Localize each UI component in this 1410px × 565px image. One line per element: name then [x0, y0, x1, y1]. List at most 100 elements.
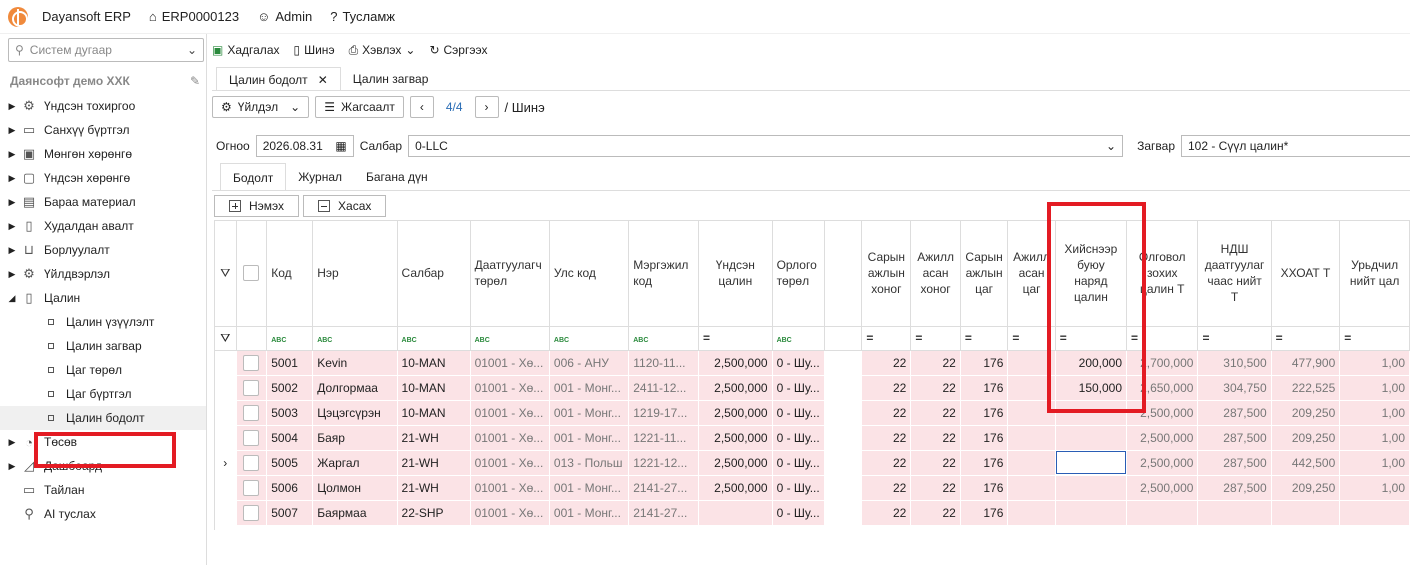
- column-header[interactable]: Код: [266, 221, 314, 327]
- equals-filter-icon[interactable]: =: [703, 331, 710, 345]
- expand-arrow-icon[interactable]: ▶: [4, 173, 20, 184]
- row-indicator[interactable]: [215, 400, 237, 426]
- column-filter[interactable]: =: [861, 326, 912, 351]
- row-indicator[interactable]: [215, 350, 237, 376]
- select-all-header[interactable]: [236, 221, 268, 327]
- sidebar-subitem[interactable]: Цаг төрөл: [0, 358, 206, 382]
- row-select[interactable]: [236, 500, 268, 526]
- table-cell[interactable]: 0 - Шу...: [772, 500, 825, 526]
- table-cell[interactable]: 2,500,000: [698, 350, 773, 376]
- table-cell[interactable]: 2141-27...: [628, 475, 699, 501]
- sidebar-item[interactable]: ▭ Тайлан: [0, 478, 206, 502]
- table-cell[interactable]: 001 - Монг...: [549, 400, 630, 426]
- table-cell[interactable]: 209,250: [1271, 425, 1341, 451]
- table-cell[interactable]: Баяр: [312, 425, 398, 451]
- table-cell[interactable]: 304,750: [1197, 375, 1272, 401]
- table-cell[interactable]: 01001 - Хө...: [470, 350, 550, 376]
- column-header[interactable]: Сарын ажлын хоног: [861, 221, 912, 327]
- table-cell[interactable]: [1007, 475, 1056, 501]
- table-cell[interactable]: 2411-12...: [628, 375, 699, 401]
- column-header[interactable]: НДШ даатгуулаг чаас нийт Т: [1197, 221, 1272, 327]
- sidebar-item[interactable]: ▶ ▤ Бараа материал: [0, 190, 206, 214]
- column-filter[interactable]: ABC: [397, 326, 471, 351]
- expand-arrow-icon[interactable]: ▶: [4, 221, 20, 232]
- table-cell[interactable]: [1197, 500, 1272, 526]
- select-all-checkbox[interactable]: [243, 265, 260, 282]
- table-cell[interactable]: Цэцэгсүрэн: [312, 400, 398, 426]
- table-cell[interactable]: Жаргал: [312, 450, 398, 476]
- equals-filter-icon[interactable]: =: [866, 331, 873, 345]
- table-cell[interactable]: 2,500,000: [698, 375, 773, 401]
- table-cell[interactable]: Долгормаа: [312, 375, 398, 401]
- app-logo-icon[interactable]: [8, 6, 28, 27]
- column-header[interactable]: Ажилл асан хоног: [910, 221, 961, 327]
- text-filter-icon[interactable]: ABC: [633, 337, 648, 344]
- remove-row-button[interactable]: Хасах: [303, 195, 387, 217]
- row-checkbox[interactable]: [243, 479, 260, 496]
- table-cell[interactable]: [1055, 475, 1128, 501]
- table-cell[interactable]: 209,250: [1271, 475, 1341, 501]
- filter-icon[interactable]: ⛛: [220, 266, 230, 280]
- row-checkbox[interactable]: [243, 404, 260, 421]
- table-cell[interactable]: 10-MAN: [397, 400, 471, 426]
- text-filter-icon[interactable]: ABC: [317, 337, 332, 344]
- column-filter[interactable]: ABC: [266, 326, 314, 351]
- column-filter[interactable]: =: [1339, 326, 1410, 351]
- filter-row-icon[interactable]: ⛛: [215, 326, 237, 351]
- text-filter-icon[interactable]: ABC: [777, 337, 792, 344]
- row-checkbox[interactable]: [243, 354, 260, 371]
- table-cell[interactable]: 1,00: [1339, 400, 1410, 426]
- column-filter[interactable]: ABC: [312, 326, 398, 351]
- row-select[interactable]: [236, 350, 268, 376]
- table-cell[interactable]: 10-MAN: [397, 375, 471, 401]
- table-cell[interactable]: [1055, 450, 1128, 476]
- table-cell[interactable]: 01001 - Хө...: [470, 375, 550, 401]
- equals-filter-icon[interactable]: =: [1276, 331, 1283, 345]
- row-select[interactable]: [236, 425, 268, 451]
- expand-arrow-icon[interactable]: ▶: [4, 461, 20, 472]
- table-cell[interactable]: 22: [861, 400, 912, 426]
- column-filter[interactable]: =: [1197, 326, 1272, 351]
- filter-column-header[interactable]: ⛛: [215, 221, 237, 327]
- text-filter-icon[interactable]: ABC: [475, 337, 490, 344]
- table-cell[interactable]: 1,00: [1339, 475, 1410, 501]
- table-cell[interactable]: 22: [910, 400, 961, 426]
- equals-filter-icon[interactable]: =: [915, 331, 922, 345]
- row-select[interactable]: [236, 400, 268, 426]
- column-header[interactable]: Салбар: [397, 221, 471, 327]
- table-cell[interactable]: 176: [960, 425, 1009, 451]
- print-button[interactable]: ⎙ Хэвлэх ⌄: [349, 43, 416, 58]
- column-filter[interactable]: ABC: [549, 326, 630, 351]
- table-cell[interactable]: 22: [910, 375, 961, 401]
- sidebar-subitem[interactable]: Цаг бүртгэл: [0, 382, 206, 406]
- table-cell[interactable]: 2141-27...: [628, 500, 699, 526]
- equals-filter-icon[interactable]: =: [1012, 331, 1019, 345]
- expand-arrow-icon[interactable]: ▶: [4, 437, 20, 448]
- row-indicator[interactable]: [215, 500, 237, 526]
- table-cell[interactable]: 22: [910, 475, 961, 501]
- erp-code[interactable]: ⌂ ERP0000123: [149, 9, 239, 24]
- app-name[interactable]: Dayansoft ERP: [42, 9, 131, 24]
- row-indicator[interactable]: [215, 375, 237, 401]
- table-cell[interactable]: 0 - Шу...: [772, 425, 825, 451]
- table-cell[interactable]: 21-WH: [397, 475, 471, 501]
- table-cell[interactable]: 2,500,000: [1126, 425, 1199, 451]
- table-cell[interactable]: 001 - Монг...: [549, 425, 630, 451]
- table-cell[interactable]: 176: [960, 375, 1009, 401]
- table-row[interactable]: 5002 Долгормаа 10-MAN 01001 - Хө... 001 - Мо…: [215, 375, 1410, 401]
- table-cell[interactable]: 01001 - Хө...: [470, 450, 550, 476]
- table-cell[interactable]: 001 - Монг...: [549, 375, 630, 401]
- table-cell[interactable]: 22: [861, 450, 912, 476]
- sidebar-item-salary[interactable]: ◢ ▯ Цалин: [0, 286, 206, 310]
- sidebar-item[interactable]: ⚲ AI туслах: [0, 502, 206, 526]
- table-cell[interactable]: 2,500,000: [698, 450, 773, 476]
- table-cell[interactable]: 442,500: [1271, 450, 1341, 476]
- sidebar-subitem[interactable]: Цалин загвар: [0, 334, 206, 358]
- collapse-arrow-icon[interactable]: ◢: [4, 293, 20, 304]
- table-cell[interactable]: [1007, 425, 1056, 451]
- subtab-journal[interactable]: Журнал: [286, 163, 354, 191]
- equals-filter-icon[interactable]: =: [1344, 331, 1351, 345]
- table-cell[interactable]: 22: [861, 475, 912, 501]
- table-cell[interactable]: 1120-11...: [628, 350, 699, 376]
- column-header[interactable]: Орлого төрөл: [772, 221, 825, 327]
